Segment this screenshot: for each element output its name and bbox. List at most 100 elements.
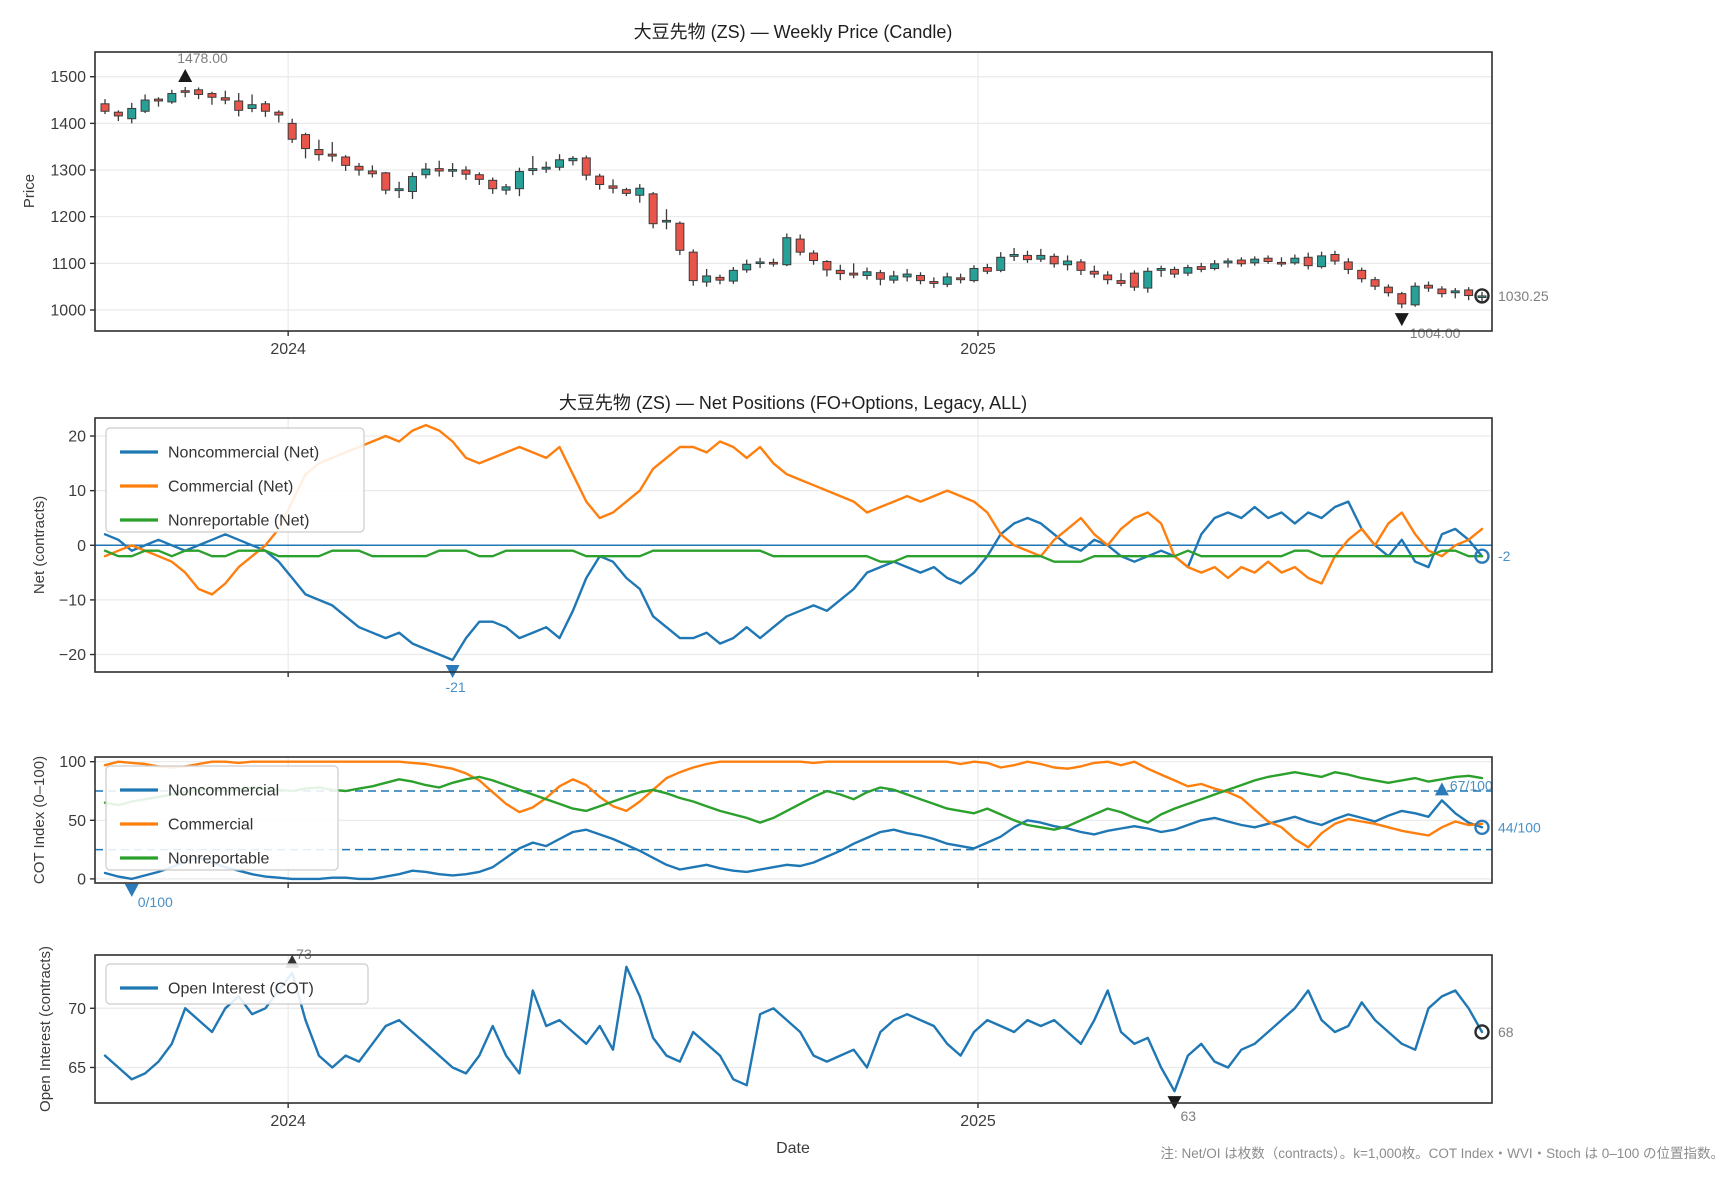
candle-down [154, 99, 162, 101]
candle-up [1037, 255, 1045, 259]
y-tick-label: 0 [77, 871, 86, 888]
candle-down [1358, 270, 1366, 278]
candle-up [662, 220, 670, 222]
candle-up [395, 189, 403, 191]
candle-down [876, 273, 884, 280]
annotation--21: -21 [445, 679, 465, 695]
candle-down [957, 278, 965, 280]
candle-down [983, 268, 991, 272]
candle-down [275, 112, 283, 115]
candle-down [1384, 287, 1392, 293]
annotation-63: 63 [1181, 1108, 1197, 1124]
candle-up [1224, 261, 1232, 263]
panel4-ylabel: Open Interest (contracts) [37, 946, 54, 1112]
y-tick-label: 1300 [50, 163, 86, 180]
candle-down [355, 166, 363, 170]
candle-up [997, 257, 1005, 270]
x-tick-label-2024: 2024 [270, 1113, 306, 1130]
candle-down [1264, 258, 1272, 261]
candle-up [1010, 254, 1018, 256]
x-tick-label-2024: 2024 [270, 341, 306, 358]
candle-up [1157, 268, 1165, 270]
candle-up [1184, 268, 1192, 274]
candle-down [342, 157, 350, 165]
candle-up [422, 169, 430, 175]
candle-down [368, 171, 376, 174]
candle-down [181, 91, 189, 93]
candle-down [796, 239, 804, 252]
legend-label: Nonreportable [168, 851, 270, 868]
candle-down [1023, 255, 1031, 259]
candle-down [1438, 289, 1446, 294]
annotation-0/100: 0/100 [138, 894, 173, 910]
candle-down [850, 273, 858, 275]
panel2-title: 大豆先物 (ZS) — Net Positions (FO+Options, L… [559, 393, 1027, 413]
y-tick-label: 100 [59, 754, 86, 771]
candle-down [930, 282, 938, 284]
panel-3: 0/10067/10044/100050100NoncommercialComm… [59, 754, 1541, 910]
candle-down [1117, 281, 1125, 284]
marker-up-triangle [178, 69, 192, 82]
annotation-44/100: 44/100 [1498, 819, 1541, 835]
candle-up [1211, 264, 1219, 269]
annotation-68: 68 [1498, 1024, 1514, 1040]
candle-up [1291, 258, 1299, 263]
candle-down [1331, 254, 1339, 261]
candle-down [208, 94, 216, 98]
candle-down [609, 186, 617, 188]
candle-up [703, 276, 711, 282]
candle-up [449, 170, 457, 172]
y-tick-label: 1100 [52, 256, 87, 273]
candle-up [128, 108, 136, 118]
candle-up [542, 167, 550, 169]
y-tick-label: 10 [68, 483, 86, 500]
candle-down [1050, 256, 1058, 263]
candle-up [1144, 271, 1152, 288]
footnote: 注: Net/OI は枚数（contracts）。k=1,000枚。COT In… [1160, 1146, 1724, 1161]
candle-down [288, 123, 296, 139]
candle-up [863, 272, 871, 276]
candle-down [302, 135, 310, 149]
candle-down [261, 104, 269, 111]
candle-up [515, 171, 523, 188]
panel1-title: 大豆先物 (ZS) — Weekly Price (Candle) [634, 22, 953, 42]
panel3-ylabel: COT Index (0–100) [31, 756, 48, 884]
candle-up [1478, 296, 1486, 298]
candle-down [769, 262, 777, 264]
legend-label: Noncommercial (Net) [168, 445, 319, 462]
candle-down [917, 275, 925, 280]
candle-down [676, 223, 684, 250]
candle-down [435, 169, 443, 171]
legend-label: Commercial [168, 817, 253, 834]
candle-up [529, 169, 537, 171]
candle-down [1425, 285, 1433, 288]
candle-up [248, 105, 256, 109]
marker-down-triangle [125, 884, 139, 897]
legend-label: Commercial (Net) [168, 479, 293, 496]
annotation-1030.25: 1030.25 [1498, 288, 1549, 304]
candle-up [408, 177, 416, 192]
panel-2: -21-220100−10−20Noncommercial (Net)Comme… [59, 418, 1511, 695]
y-tick-label: 1200 [50, 209, 86, 226]
candle-up [569, 158, 577, 160]
legend-label: Nonreportable (Net) [168, 513, 309, 530]
y-tick-label: 20 [68, 429, 86, 446]
candle-up [1064, 261, 1072, 265]
candle-down [1197, 267, 1205, 270]
plot-border [95, 52, 1492, 331]
candle-up [1451, 291, 1459, 293]
candle-down [1104, 275, 1112, 280]
candle-up [636, 188, 644, 195]
cot-chart-svg: 1478.001004.001030.251000110012001300140… [0, 0, 1728, 1180]
candle-up [141, 100, 149, 111]
marker-down-triangle [1395, 313, 1409, 326]
candle-up [168, 94, 176, 102]
line-nonreportable-net- [105, 551, 1482, 562]
legend: Noncommercial (Net) Commercial (Net) Nonre… [106, 428, 364, 532]
candle-up [502, 187, 510, 190]
candle-down [195, 90, 203, 95]
candle-up [970, 268, 978, 280]
annotation-73: 73 [296, 946, 312, 962]
candle-down [475, 175, 483, 180]
panel-1: 1478.001004.001030.251000110012001300140… [50, 50, 1548, 358]
